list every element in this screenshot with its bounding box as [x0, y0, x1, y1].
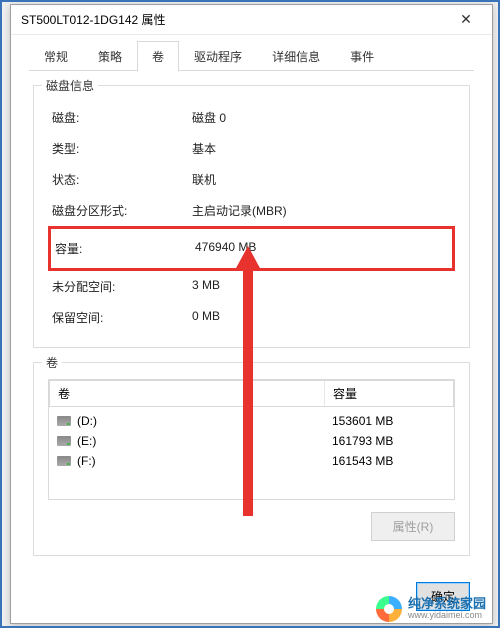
row-type: 类型: 基本: [48, 133, 455, 164]
tab-content: 磁盘信息 磁盘: 磁盘 0 类型: 基本 状态: 联机 磁盘分区形式: 主启动记…: [11, 71, 492, 580]
properties-dialog: ST500LT012-1DG142 属性 ✕ 常规 策略 卷 驱动程序 详细信息…: [10, 4, 493, 624]
volume-size: 161793 MB: [332, 434, 446, 448]
label-reserved: 保留空间:: [52, 309, 192, 326]
col-capacity[interactable]: 容量: [325, 381, 453, 406]
value-reserved: 0 MB: [192, 309, 220, 326]
row-partition-style: 磁盘分区形式: 主启动记录(MBR): [48, 195, 455, 226]
value-type: 基本: [192, 140, 216, 157]
row-unallocated: 未分配空间: 3 MB: [48, 271, 455, 302]
window-title: ST500LT012-1DG142 属性: [21, 11, 166, 28]
volume-size: 153601 MB: [332, 414, 446, 428]
volumes-header: 卷 容量: [49, 380, 454, 407]
watermark-url: www.yidaimei.com: [408, 611, 486, 621]
label-disk: 磁盘:: [52, 109, 192, 126]
drive-icon: [57, 436, 71, 446]
value-unallocated: 3 MB: [192, 278, 220, 295]
value-disk: 磁盘 0: [192, 109, 226, 126]
drive-icon: [57, 416, 71, 426]
volume-name-cell: (E:): [57, 434, 332, 448]
tab-details[interactable]: 详细信息: [257, 41, 335, 71]
value-capacity: 476940 MB: [195, 240, 256, 257]
tab-policies[interactable]: 策略: [83, 41, 137, 71]
volume-name: (E:): [77, 434, 96, 448]
volume-properties-button[interactable]: 属性(R): [371, 512, 455, 541]
watermark-logo-icon: [376, 596, 402, 622]
close-icon: ✕: [460, 11, 472, 28]
capacity-highlight: 容量: 476940 MB: [48, 226, 455, 271]
volumes-legend: 卷: [42, 354, 62, 371]
row-capacity: 容量: 476940 MB: [51, 233, 452, 264]
volumes-body: (D:) 153601 MB (E:) 161793 MB: [49, 407, 454, 499]
volume-name: (D:): [77, 414, 97, 428]
tab-volumes[interactable]: 卷: [137, 41, 179, 72]
label-capacity: 容量:: [55, 240, 195, 257]
label-status: 状态:: [52, 171, 192, 188]
tab-events[interactable]: 事件: [335, 41, 389, 71]
label-type: 类型:: [52, 140, 192, 157]
watermark-text: 纯净系统家园 www.yidaimei.com: [408, 597, 486, 621]
volume-row[interactable]: (F:) 161543 MB: [49, 451, 454, 471]
tab-strip: 常规 策略 卷 驱动程序 详细信息 事件: [11, 35, 492, 71]
volume-name-cell: (F:): [57, 454, 332, 468]
tab-driver[interactable]: 驱动程序: [179, 41, 257, 71]
value-partition-style: 主启动记录(MBR): [192, 202, 287, 219]
value-status: 联机: [192, 171, 216, 188]
watermark-title: 纯净系统家园: [408, 597, 486, 611]
titlebar: ST500LT012-1DG142 属性 ✕: [11, 5, 492, 35]
watermark: 纯净系统家园 www.yidaimei.com: [376, 596, 486, 622]
drive-icon: [57, 456, 71, 466]
label-unallocated: 未分配空间:: [52, 278, 192, 295]
volume-size: 161543 MB: [332, 454, 446, 468]
volume-name: (F:): [77, 454, 96, 468]
row-disk: 磁盘: 磁盘 0: [48, 102, 455, 133]
label-partition-style: 磁盘分区形式:: [52, 202, 192, 219]
volume-buttons-row: 属性(R): [48, 500, 455, 541]
volumes-group: 卷 卷 容量 (D:) 153601 MB: [33, 362, 470, 556]
row-status: 状态: 联机: [48, 164, 455, 195]
volume-name-cell: (D:): [57, 414, 332, 428]
tab-general[interactable]: 常规: [29, 41, 83, 71]
col-volume[interactable]: 卷: [50, 381, 325, 406]
volumes-list: 卷 容量 (D:) 153601 MB (E:): [48, 379, 455, 500]
disk-info-group: 磁盘信息 磁盘: 磁盘 0 类型: 基本 状态: 联机 磁盘分区形式: 主启动记…: [33, 85, 470, 348]
volume-row[interactable]: (D:) 153601 MB: [49, 411, 454, 431]
row-reserved: 保留空间: 0 MB: [48, 302, 455, 333]
disk-info-legend: 磁盘信息: [42, 77, 98, 94]
close-button[interactable]: ✕: [446, 6, 486, 34]
volume-row[interactable]: (E:) 161793 MB: [49, 431, 454, 451]
